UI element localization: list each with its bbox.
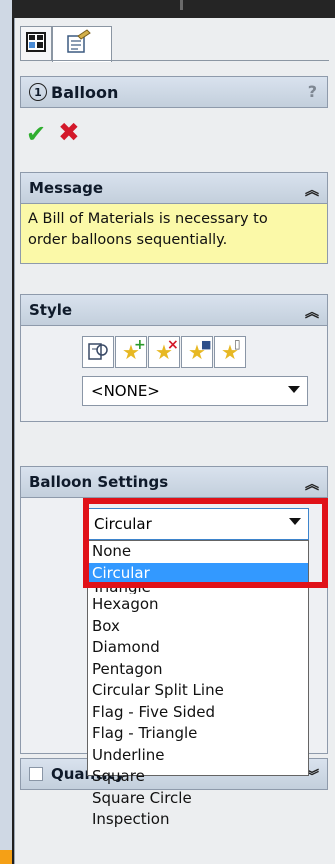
- tab-property-manager[interactable]: [20, 26, 52, 60]
- configuration-icon: [67, 29, 91, 53]
- disk-overlay-icon: ■: [201, 338, 212, 351]
- tab-underline: [20, 60, 329, 61]
- dropdown-option-inspection[interactable]: Inspection: [88, 809, 308, 831]
- collapse-chevron-icon[interactable]: ︽: [305, 302, 319, 322]
- highlight-callout-box: [83, 498, 328, 588]
- collapse-chevron-icon[interactable]: ︽: [305, 474, 319, 494]
- ok-check-icon[interactable]: ✔: [26, 120, 46, 148]
- x-overlay-icon: ×: [167, 337, 179, 353]
- style-title: Style: [29, 301, 73, 319]
- dropdown-option-box[interactable]: Box: [88, 616, 308, 638]
- top-bar-divider: [180, 0, 183, 10]
- balloon-settings-header[interactable]: Balloon Settings ︽: [20, 466, 328, 498]
- cancel-x-icon[interactable]: ✖: [58, 118, 80, 148]
- corner-accent: [0, 850, 12, 864]
- style-dropdown[interactable]: <NONE>: [82, 376, 308, 406]
- tab-configuration[interactable]: [52, 26, 112, 62]
- load-style-icon[interactable]: [82, 336, 114, 368]
- top-bar: [0, 0, 335, 18]
- delete-style-icon[interactable]: ★ ×: [148, 336, 180, 368]
- dropdown-option-diamond[interactable]: Diamond: [88, 637, 308, 659]
- save-style-icon[interactable]: ★ ■: [181, 336, 213, 368]
- style-header[interactable]: Style ︽: [20, 294, 328, 326]
- help-icon[interactable]: ?: [308, 82, 317, 101]
- dropdown-option-underline[interactable]: Underline: [88, 745, 308, 767]
- style-selected-value: <NONE>: [91, 382, 160, 400]
- balloon-settings-title: Balloon Settings: [29, 473, 169, 491]
- balloon-number-icon: 1: [29, 83, 47, 101]
- message-body: A Bill of Materials is necessary to orde…: [20, 204, 328, 264]
- message-text-line-2: order balloons sequentially.: [28, 232, 228, 248]
- message-header[interactable]: Message ︽: [20, 172, 328, 204]
- feature-title-bar: 1 Balloon ?: [20, 76, 328, 108]
- page-title: Balloon: [51, 82, 119, 102]
- chevron-down-icon: [288, 386, 300, 393]
- add-style-icon[interactable]: ★ +: [115, 336, 147, 368]
- dropdown-option-square-circle[interactable]: Square Circle: [88, 788, 308, 810]
- new-style-icon[interactable]: ★ ▯: [214, 336, 246, 368]
- page-overlay-icon: ▯: [234, 337, 241, 351]
- quantity-checkbox[interactable]: [29, 767, 43, 781]
- dropdown-option-flag-triangle[interactable]: Flag - Triangle: [88, 723, 308, 745]
- dropdown-option-flag-five-sided[interactable]: Flag - Five Sided: [88, 702, 308, 724]
- message-text-line-1: A Bill of Materials is necessary to: [28, 211, 268, 227]
- plus-overlay-icon: +: [134, 337, 146, 353]
- dropdown-option-circular-split-line[interactable]: Circular Split Line: [88, 680, 308, 702]
- dropdown-option-pentagon[interactable]: Pentagon: [88, 659, 308, 681]
- message-title: Message: [29, 179, 103, 197]
- dropdown-option-square[interactable]: Square: [88, 766, 308, 788]
- collapse-chevron-icon[interactable]: ︽: [305, 180, 319, 200]
- left-edge-strip: [0, 0, 12, 864]
- load-style-glyph: [88, 343, 108, 360]
- dropdown-option-hexagon[interactable]: Hexagon: [88, 594, 308, 616]
- property-manager-icon: [26, 32, 46, 52]
